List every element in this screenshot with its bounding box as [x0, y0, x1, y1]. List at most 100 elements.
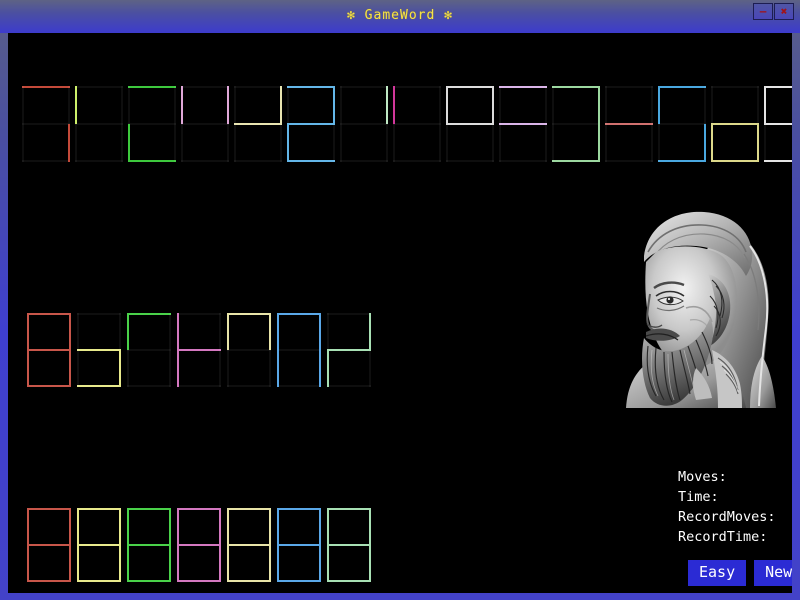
tile-segment-tl — [658, 86, 660, 124]
tile-segment-br — [69, 545, 71, 582]
letter-tile[interactable] — [177, 508, 221, 582]
tile-segment-tr — [319, 313, 321, 350]
letter-tile[interactable] — [327, 508, 371, 582]
letter-tile[interactable] — [128, 86, 176, 162]
stat-value: 0 — [783, 527, 792, 547]
tile-segment-bl — [22, 124, 24, 162]
tile-segment-top — [605, 86, 653, 88]
tile-segment-mid — [711, 123, 759, 125]
tile-segment-br — [119, 545, 121, 582]
tile-segment-bot — [277, 580, 321, 582]
game-canvas[interactable]: Moves: 0 Time: 6 RecordMoves: 0 RecordTime: 0 E… — [8, 33, 792, 593]
tile-segment-bl — [327, 350, 329, 387]
tile-segment-top — [227, 508, 271, 510]
letter-tile[interactable] — [658, 86, 706, 162]
tile-segment-mid — [340, 123, 388, 125]
stat-value: 0 — [783, 467, 792, 487]
letter-tile[interactable] — [605, 86, 653, 162]
tile-segment-tl — [77, 508, 79, 545]
tile-segment-tr — [68, 86, 70, 124]
difficulty-button[interactable]: Easy — [688, 560, 747, 586]
letter-tile[interactable] — [181, 86, 229, 162]
letter-tile[interactable] — [227, 508, 271, 582]
tile-segment-br — [369, 350, 371, 387]
tile-segment-bl — [711, 124, 713, 162]
tile-segment-mid — [446, 123, 494, 125]
tile-segment-tl — [393, 86, 395, 124]
tile-segment-top — [277, 508, 321, 510]
action-buttons[interactable]: Easy New — [688, 560, 792, 586]
letter-tile[interactable] — [287, 86, 335, 162]
tile-segment-tl — [128, 86, 130, 124]
letter-tile[interactable] — [22, 86, 70, 162]
letter-tile[interactable] — [127, 508, 171, 582]
letter-tile[interactable] — [340, 86, 388, 162]
tile-segment-mid — [277, 544, 321, 546]
letter-tile[interactable] — [27, 508, 71, 582]
tile-segment-top — [177, 508, 221, 510]
stat-label: Time: — [678, 489, 719, 505]
tile-segment-tl — [605, 86, 607, 124]
tile-segment-br — [545, 124, 547, 162]
letter-tile[interactable] — [127, 313, 171, 387]
tile-segment-bl — [340, 124, 342, 162]
tile-segment-bot — [128, 160, 176, 162]
tile-segment-bot — [127, 580, 171, 582]
tile-segment-bot — [277, 385, 321, 387]
tile-segment-tl — [327, 508, 329, 545]
tile-segment-bot — [22, 160, 70, 162]
tile-segment-br — [219, 545, 221, 582]
letter-tile[interactable] — [177, 313, 221, 387]
tile-segment-top — [128, 86, 176, 88]
minimize-button[interactable]: – — [753, 3, 773, 20]
letter-tile[interactable] — [277, 313, 321, 387]
tile-segment-bl — [77, 350, 79, 387]
tile-segment-bot — [227, 385, 271, 387]
tile-segment-br — [169, 350, 171, 387]
tile-segment-tr — [69, 508, 71, 545]
letter-tile[interactable] — [327, 313, 371, 387]
tile-segment-bot — [446, 160, 494, 162]
close-button[interactable]: ✖ — [774, 3, 794, 20]
tile-segment-tl — [327, 313, 329, 350]
letter-tile[interactable] — [393, 86, 441, 162]
tile-segment-top — [127, 508, 171, 510]
letter-tile[interactable] — [711, 86, 759, 162]
tile-segment-top — [499, 86, 547, 88]
tile-segment-tl — [127, 313, 129, 350]
tile-segment-bl — [327, 545, 329, 582]
tile-segment-top — [177, 313, 221, 315]
letter-tile[interactable] — [75, 86, 123, 162]
tile-segment-bot — [27, 385, 71, 387]
tile-segment-bl — [128, 124, 130, 162]
tile-segment-top — [77, 313, 121, 315]
letter-tile[interactable] — [77, 313, 121, 387]
tile-segment-tr — [227, 86, 229, 124]
tile-segment-tl — [27, 508, 29, 545]
letter-tile[interactable] — [499, 86, 547, 162]
tile-segment-bot — [605, 160, 653, 162]
tile-segment-top — [181, 86, 229, 88]
letter-tile[interactable] — [234, 86, 282, 162]
tile-segment-bl — [277, 545, 279, 582]
tile-segment-br — [69, 350, 71, 387]
letter-tile[interactable] — [277, 508, 321, 582]
tile-segment-bot — [711, 160, 759, 162]
tile-segment-bot — [393, 160, 441, 162]
tile-segment-br — [598, 124, 600, 162]
letter-tile[interactable] — [446, 86, 494, 162]
tile-segment-bl — [181, 124, 183, 162]
title-bar[interactable]: ✻ GameWord ✻ – ✖ — [0, 0, 800, 33]
tile-segment-tl — [287, 86, 289, 124]
tile-segment-tr — [121, 86, 123, 124]
letter-tile[interactable] — [77, 508, 121, 582]
new-game-button[interactable]: New — [754, 560, 792, 586]
tile-segment-top — [340, 86, 388, 88]
letter-tile[interactable] — [552, 86, 600, 162]
tile-segment-tr — [386, 86, 388, 124]
tile-segment-bot — [327, 580, 371, 582]
tile-segment-mid — [227, 349, 271, 351]
letter-tile[interactable] — [764, 86, 792, 162]
letter-tile[interactable] — [27, 313, 71, 387]
letter-tile[interactable] — [227, 313, 271, 387]
